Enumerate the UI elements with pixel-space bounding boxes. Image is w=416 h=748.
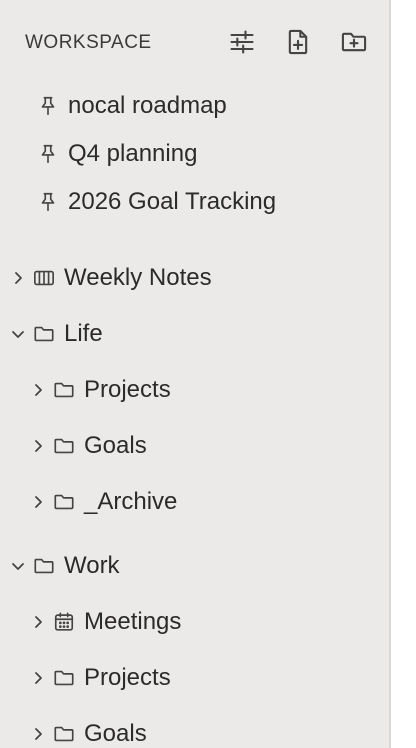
pinned-item-label: 2026 Goal Tracking — [68, 188, 277, 215]
tree-item-projects[interactable]: Projects — [0, 656, 389, 700]
workspace-sidebar: WORKSPACE nocal roadmap Q4 planning 2026… — [0, 0, 389, 748]
folder-icon — [52, 490, 76, 514]
tree-item-goals[interactable]: Goals — [0, 424, 389, 468]
tree-item-projects[interactable]: Projects — [0, 368, 389, 412]
tree-item-label: Projects — [84, 376, 171, 403]
pinned-item[interactable]: 2026 Goal Tracking — [0, 180, 389, 224]
chevron-right-icon[interactable] — [28, 612, 48, 632]
chevron-down-icon[interactable] — [8, 324, 28, 344]
chevron-down-icon[interactable] — [8, 556, 28, 576]
new-folder-button[interactable] — [338, 26, 370, 58]
pin-icon — [36, 142, 60, 166]
folder-icon — [52, 378, 76, 402]
pinned-item[interactable]: nocal roadmap — [0, 84, 389, 128]
pin-icon — [36, 190, 60, 214]
tree-item-label: Projects — [84, 664, 171, 691]
tree-item-life[interactable]: Life — [0, 312, 389, 356]
tree-item-weekly-notes[interactable]: Weekly Notes — [0, 256, 389, 300]
pinned-item[interactable]: Q4 planning — [0, 132, 389, 176]
tree-item-work[interactable]: Work — [0, 544, 389, 588]
folder-icon — [32, 554, 56, 578]
new-file-icon — [288, 29, 308, 55]
pinned-item-label: nocal roadmap — [68, 92, 227, 119]
chevron-right-icon[interactable] — [28, 380, 48, 400]
folder-icon — [52, 434, 76, 458]
chevron-right-icon[interactable] — [28, 668, 48, 688]
filter-settings-button[interactable] — [226, 26, 258, 58]
tree-item-goals[interactable]: Goals — [0, 712, 389, 748]
tree-item-label: Weekly Notes — [64, 264, 212, 291]
tree-item-label: Meetings — [84, 608, 182, 635]
pinned-item-label: Q4 planning — [68, 140, 198, 167]
chevron-right-icon[interactable] — [8, 268, 28, 288]
tree-item-archive[interactable]: _Archive — [0, 480, 389, 524]
sidebar-header: WORKSPACE — [0, 0, 389, 84]
tree-item-label: Goals — [84, 432, 147, 459]
pin-icon — [36, 94, 60, 118]
chevron-right-icon[interactable] — [28, 492, 48, 512]
chevron-right-icon[interactable] — [28, 436, 48, 456]
workspace-title: WORKSPACE — [25, 32, 152, 53]
folder-icon — [52, 666, 76, 690]
new-folder-icon — [341, 32, 367, 52]
sliders-icon — [230, 30, 254, 54]
tree-item-label: Goals — [84, 720, 147, 747]
tree-item-label: _Archive — [84, 488, 178, 515]
calendar-icon — [52, 610, 76, 634]
new-note-button[interactable] — [282, 26, 314, 58]
tree-item-meetings[interactable]: Meetings — [0, 600, 389, 644]
chevron-right-icon[interactable] — [28, 724, 48, 744]
sidebar-divider[interactable] — [389, 0, 391, 748]
folder-icon — [32, 322, 56, 346]
tree-item-label: Work — [64, 552, 120, 579]
columns-icon — [32, 266, 56, 290]
folder-icon — [52, 722, 76, 746]
tree-item-label: Life — [64, 320, 103, 347]
